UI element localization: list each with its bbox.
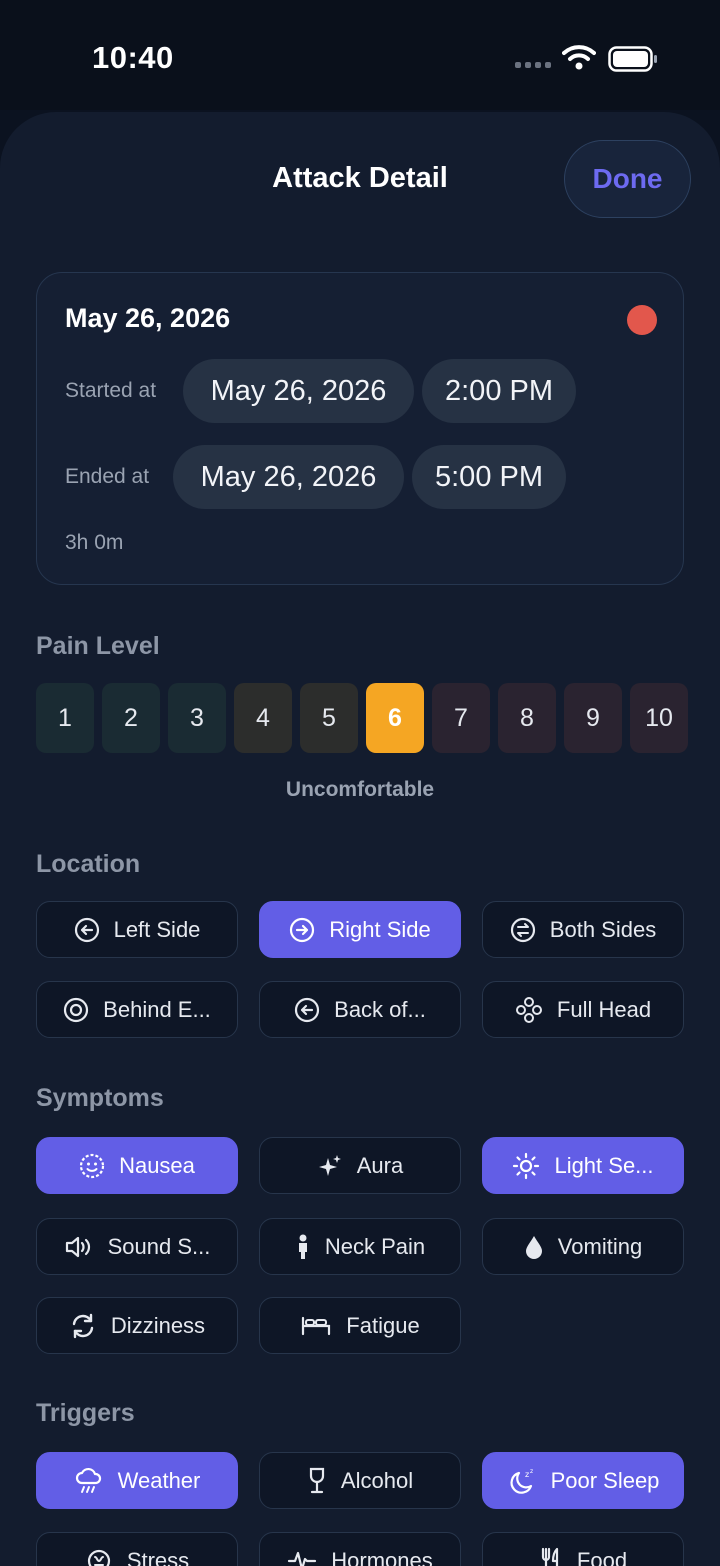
trigger-chip-weather[interactable]: Weather bbox=[36, 1452, 238, 1509]
fork-knife-icon bbox=[541, 1547, 559, 1566]
attack-time-card: May 26, 2026 Started at May 26, 2026 2:0… bbox=[36, 272, 684, 585]
eye-circle-icon bbox=[64, 997, 89, 1022]
chip-label: Dizziness bbox=[110, 1312, 206, 1338]
wifi-icon bbox=[562, 45, 596, 70]
trigger-chip-food[interactable]: Food bbox=[482, 1532, 684, 1566]
symptom-chip-fatigue[interactable]: Fatigue bbox=[259, 1297, 461, 1354]
status-dot-icon bbox=[627, 305, 657, 335]
wine-glass-icon bbox=[309, 1467, 325, 1493]
symptom-chip-aura[interactable]: Aura bbox=[259, 1137, 461, 1194]
pain-level-2[interactable]: 2 bbox=[102, 683, 160, 753]
sparkles-icon bbox=[318, 1154, 341, 1176]
pain-level-description: Uncomfortable bbox=[285, 778, 435, 801]
moon-zzz-icon: zz bbox=[510, 1468, 533, 1494]
status-time: 10:40 bbox=[92, 40, 174, 75]
waveform-icon bbox=[288, 1551, 317, 1566]
chip-label: Poor Sleep bbox=[550, 1467, 660, 1493]
chip-label: Back of... bbox=[334, 996, 426, 1022]
pain-level-5[interactable]: 5 bbox=[300, 683, 358, 753]
bed-icon bbox=[302, 1316, 331, 1335]
cloud-rain-icon bbox=[75, 1467, 101, 1493]
ended-label: Ended at bbox=[65, 465, 150, 488]
symptom-chip-light-sensitivity[interactable]: Light Se... bbox=[482, 1137, 684, 1194]
trigger-chip-stress[interactable]: Stress bbox=[36, 1532, 238, 1566]
location-title: Location bbox=[36, 850, 141, 878]
location-chip-behind-eyes[interactable]: Behind E... bbox=[36, 981, 238, 1038]
attack-date: May 26, 2026 bbox=[65, 303, 231, 333]
pain-level-9[interactable]: 9 bbox=[564, 683, 622, 753]
pain-level-title: Pain Level bbox=[36, 632, 160, 660]
arrows-swap-circle-icon bbox=[510, 917, 535, 942]
attack-duration: 3h 0m bbox=[65, 531, 124, 554]
sun-icon bbox=[513, 1152, 540, 1179]
chip-label: Hormones bbox=[331, 1547, 433, 1566]
start-time-picker[interactable]: 2:00 PM bbox=[422, 359, 576, 423]
circles-cluster-icon bbox=[515, 996, 542, 1023]
attack-detail-sheet: Attack Detail Done May 26, 2026 Started … bbox=[0, 112, 720, 1566]
chip-label: Alcohol bbox=[340, 1467, 414, 1493]
chip-label: Weather bbox=[117, 1467, 201, 1493]
pain-level-6[interactable]: 6 bbox=[366, 683, 424, 753]
person-icon bbox=[298, 1234, 307, 1259]
symptoms-title: Symptoms bbox=[36, 1084, 164, 1112]
arrow-left-circle-icon bbox=[295, 997, 320, 1022]
trigger-chip-hormones[interactable]: Hormones bbox=[259, 1532, 461, 1566]
pain-level-4[interactable]: 4 bbox=[234, 683, 292, 753]
trigger-chip-poor-sleep[interactable]: zz Poor Sleep bbox=[482, 1452, 684, 1509]
symptom-chip-nausea[interactable]: Nausea bbox=[36, 1137, 238, 1194]
chip-label: Stress bbox=[126, 1547, 190, 1566]
pain-level-1[interactable]: 1 bbox=[36, 683, 94, 753]
chip-label: Full Head bbox=[556, 996, 652, 1022]
cellular-signal-icon bbox=[515, 62, 551, 68]
symptom-chip-dizziness[interactable]: Dizziness bbox=[36, 1297, 238, 1354]
location-chip-full-head[interactable]: Full Head bbox=[482, 981, 684, 1038]
chip-label: Behind E... bbox=[103, 996, 211, 1022]
svg-text:z: z bbox=[525, 1470, 529, 1479]
pain-level-10[interactable]: 10 bbox=[630, 683, 688, 753]
location-chip-both-sides[interactable]: Both Sides bbox=[482, 901, 684, 958]
symptom-chip-vomiting[interactable]: Vomiting bbox=[482, 1218, 684, 1275]
arrow-left-circle-icon bbox=[74, 917, 99, 942]
svg-text:z: z bbox=[530, 1468, 533, 1475]
symptom-chip-neck-pain[interactable]: Neck Pain bbox=[259, 1218, 461, 1275]
speaker-icon bbox=[65, 1236, 90, 1257]
location-chip-right-side[interactable]: Right Side bbox=[259, 901, 461, 958]
chip-label: Neck Pain bbox=[324, 1233, 426, 1259]
location-chip-left-side[interactable]: Left Side bbox=[36, 901, 238, 958]
start-date-picker[interactable]: May 26, 2026 bbox=[183, 359, 414, 423]
chip-label: Left Side bbox=[113, 916, 201, 942]
started-label: Started at bbox=[65, 379, 157, 402]
rotate-icon bbox=[72, 1313, 94, 1338]
chip-label: Fatigue bbox=[346, 1312, 420, 1338]
chip-label: Light Se... bbox=[554, 1152, 654, 1178]
chip-label: Right Side bbox=[329, 916, 431, 942]
pain-level-7[interactable]: 7 bbox=[432, 683, 490, 753]
symptom-chip-sound-sensitivity[interactable]: Sound S... bbox=[36, 1218, 238, 1275]
status-bar: 10:40 bbox=[0, 0, 720, 110]
arrow-right-circle-icon bbox=[290, 917, 315, 942]
trigger-chip-alcohol[interactable]: Alcohol bbox=[259, 1452, 461, 1509]
chip-label: Vomiting bbox=[557, 1233, 643, 1259]
chip-label: Food bbox=[576, 1547, 628, 1566]
end-date-picker[interactable]: May 26, 2026 bbox=[173, 445, 404, 509]
chip-label: Both Sides bbox=[549, 916, 657, 942]
battery-icon bbox=[608, 46, 657, 72]
location-chip-back-of-head[interactable]: Back of... bbox=[259, 981, 461, 1038]
drop-icon bbox=[525, 1235, 542, 1259]
chip-label: Aura bbox=[356, 1152, 404, 1178]
pain-level-8[interactable]: 8 bbox=[498, 683, 556, 753]
brain-icon bbox=[87, 1549, 110, 1566]
chip-label: Nausea bbox=[119, 1152, 195, 1178]
chip-label: Sound S... bbox=[107, 1233, 211, 1259]
done-button[interactable]: Done bbox=[564, 140, 691, 218]
triggers-title: Triggers bbox=[36, 1399, 135, 1427]
pain-level-selector: 1 2 3 4 5 6 7 8 9 10 bbox=[36, 683, 688, 753]
end-time-picker[interactable]: 5:00 PM bbox=[412, 445, 566, 509]
pain-level-3[interactable]: 3 bbox=[168, 683, 226, 753]
face-icon bbox=[79, 1153, 105, 1178]
